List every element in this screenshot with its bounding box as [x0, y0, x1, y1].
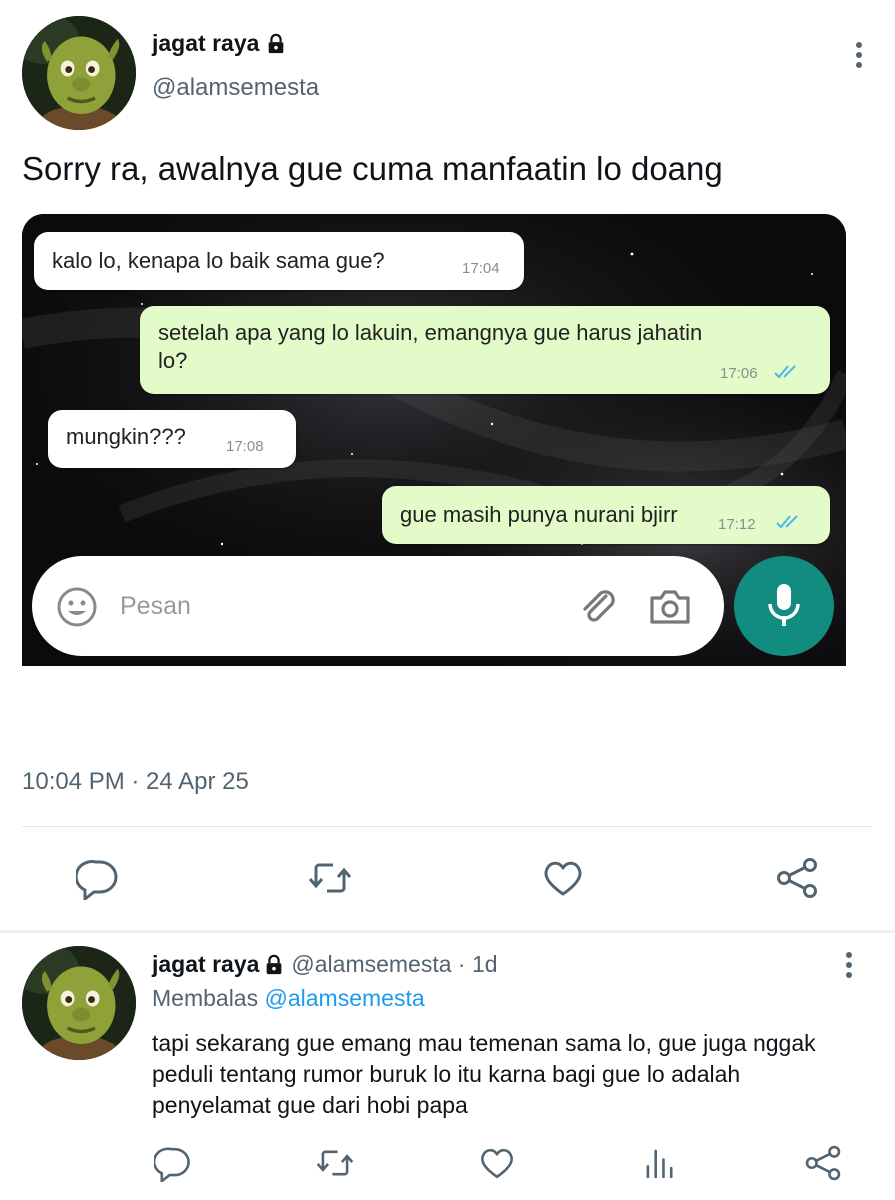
- lock-icon: [267, 954, 282, 974]
- reply-icon: [74, 860, 118, 903]
- retweet-icon: [308, 863, 352, 893]
- more-vertical-icon[interactable]: [846, 40, 872, 70]
- views-icon: [646, 1149, 673, 1179]
- reply-icon: [152, 1147, 190, 1184]
- retweet-icon: [316, 1150, 354, 1176]
- retweet-button[interactable]: [316, 1144, 354, 1182]
- read-receipt-icon: [774, 365, 796, 379]
- share-button[interactable]: [804, 1144, 842, 1182]
- like-button[interactable]: [478, 1144, 516, 1182]
- message-time: 17:06: [720, 365, 758, 382]
- like-icon: [481, 1148, 513, 1179]
- like-button[interactable]: [541, 856, 585, 900]
- share-button[interactable]: [775, 856, 819, 900]
- reply-handle-time[interactable]: @alamsemesta · 1d: [291, 951, 497, 978]
- message-time: 17:04: [462, 260, 500, 277]
- reply-button[interactable]: [152, 1144, 192, 1184]
- reply-avatar[interactable]: [22, 946, 136, 1060]
- reply-text: tapi sekarang gue emang mau temenan sama…: [152, 1030, 816, 1118]
- like-icon: [544, 861, 582, 896]
- message-text: gue masih punya nurani bjirr: [400, 502, 678, 527]
- microphone-icon: [768, 584, 800, 626]
- reply-author-name[interactable]: jagat raya: [152, 951, 259, 978]
- avatar[interactable]: [22, 16, 136, 130]
- message-time: 17:08: [226, 438, 264, 455]
- replying-to: Membalas @alamsemesta: [152, 985, 425, 1012]
- retweet-button[interactable]: [308, 856, 352, 900]
- section-divider: [0, 930, 895, 933]
- message-input-bar[interactable]: Pesan: [32, 556, 724, 656]
- share-icon: [777, 858, 817, 898]
- author-name-row[interactable]: jagat raya: [152, 30, 287, 57]
- chat-bubble-incoming: mungkin??? 17:08: [48, 410, 296, 468]
- message-text: mungkin???: [66, 424, 186, 449]
- author-name[interactable]: jagat raya: [152, 30, 259, 57]
- reply-button[interactable]: [74, 856, 120, 903]
- tweet-header: jagat raya @alamsemesta: [22, 16, 872, 134]
- share-icon: [805, 1145, 841, 1181]
- read-receipt-icon: [776, 515, 798, 529]
- tweet-timestamp[interactable]: 10:04 PM · 24 Apr 25: [22, 768, 249, 796]
- paperclip-icon[interactable]: [576, 584, 620, 628]
- message-time: 17:12: [718, 516, 756, 533]
- more-vertical-icon[interactable]: [836, 950, 862, 980]
- message-text-line1: setelah apa yang lo lakuin, emangnya gue…: [158, 320, 703, 345]
- chat-bubble-outgoing: setelah apa yang lo lakuin, emangnya gue…: [140, 306, 830, 394]
- chat-bubble-incoming: kalo lo, kenapa lo baik sama gue? 17:04: [34, 232, 524, 290]
- views-button[interactable]: [641, 1144, 679, 1182]
- tweet-text: Sorry ra, awalnya gue cuma manfaatin lo …: [22, 150, 723, 187]
- replying-mention[interactable]: @alamsemesta: [265, 985, 425, 1011]
- camera-icon[interactable]: [648, 586, 692, 626]
- lock-icon: [269, 33, 284, 53]
- message-text: kalo lo, kenapa lo baik sama gue?: [52, 248, 385, 273]
- message-input-placeholder[interactable]: Pesan: [120, 592, 191, 621]
- reply-author-row[interactable]: jagat raya @alamsemesta · 1d: [152, 951, 498, 978]
- author-handle[interactable]: @alamsemesta: [152, 74, 319, 102]
- tweet-media-image[interactable]: kalo lo, kenapa lo baik sama gue? 17:04 …: [22, 214, 846, 666]
- message-text-line2: lo?: [158, 348, 188, 373]
- chat-bubble-outgoing: gue masih punya nurani bjirr 17:12: [382, 486, 830, 544]
- emoji-icon[interactable]: [56, 586, 98, 628]
- replying-prefix: Membalas: [152, 985, 259, 1011]
- divider: [22, 826, 872, 827]
- mic-button[interactable]: [734, 556, 834, 656]
